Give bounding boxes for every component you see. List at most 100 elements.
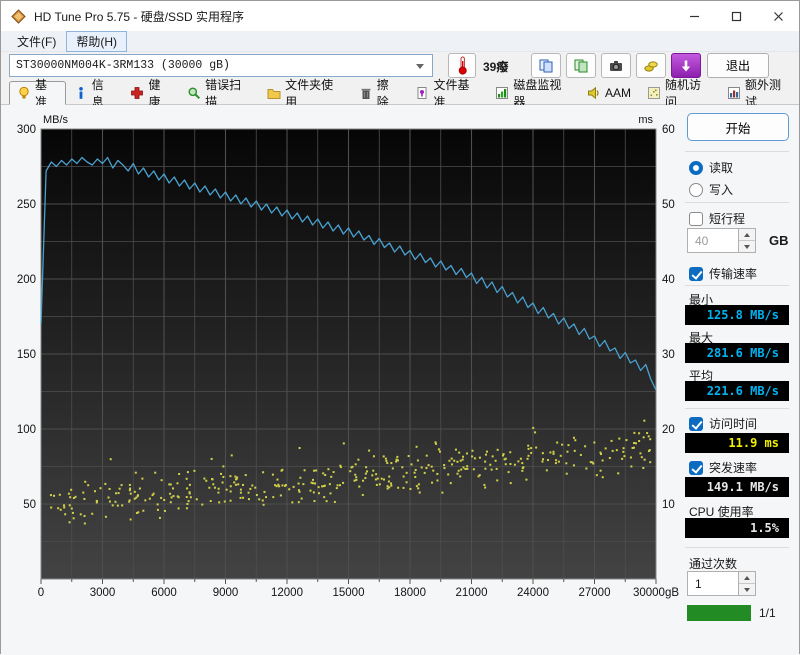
- window-title: HD Tune Pro 5.75 - 硬盘/SSD 实用程序: [34, 8, 244, 25]
- tab-info[interactable]: 信息: [66, 82, 123, 104]
- coins-icon: [643, 58, 659, 74]
- tab-erase[interactable]: 擦除: [351, 82, 408, 104]
- copy-button[interactable]: [531, 53, 561, 78]
- svg-text:30000gB: 30000gB: [633, 587, 679, 599]
- svg-text:3000: 3000: [90, 587, 116, 599]
- stepper-down-button[interactable]: [739, 240, 755, 252]
- arrow-up-icon: [744, 576, 750, 580]
- burst-rate-display: 149.1 MB/s: [685, 477, 789, 497]
- arrow-up-icon: [744, 233, 750, 237]
- temperature-button[interactable]: [448, 53, 476, 78]
- donate-button[interactable]: [636, 53, 666, 78]
- transfer-rate-checkbox[interactable]: 传输速率: [689, 265, 757, 282]
- copy-icon: [538, 58, 554, 74]
- hd-tune-window: { "window": { "title": "HD Tune Pro 5.75…: [0, 0, 800, 654]
- settings-panel: 开始 读取 写入 短行程 40 GB 传输速率 最小 12: [683, 105, 797, 655]
- maximize-icon: [731, 11, 742, 22]
- min-value-display: 125.8 MB/s: [685, 305, 789, 325]
- write-radio[interactable]: 写入: [689, 181, 733, 198]
- read-radio[interactable]: 读取: [689, 159, 733, 176]
- stepper-up-button[interactable]: [739, 572, 755, 583]
- svg-text:10: 10: [662, 499, 675, 511]
- svg-text:6000: 6000: [151, 587, 177, 599]
- svg-text:250: 250: [17, 199, 36, 211]
- menu-help[interactable]: 帮助(H): [66, 31, 127, 52]
- access-time-label: 访问时间: [709, 415, 757, 432]
- progress-bar: [687, 605, 751, 621]
- thermometer-icon: [456, 56, 469, 75]
- health-icon: [130, 86, 144, 100]
- maximize-button[interactable]: [715, 1, 757, 31]
- divider: [685, 547, 789, 548]
- svg-text:18000: 18000: [394, 587, 426, 599]
- tab-file-benchmark[interactable]: 文件基准: [407, 82, 487, 104]
- cpu-usage-display: 1.5%: [685, 518, 789, 538]
- svg-text:12000: 12000: [271, 587, 303, 599]
- progress-fill: [687, 605, 751, 621]
- save-button[interactable]: [671, 53, 701, 78]
- max-value-display: 281.6 MB/s: [685, 343, 789, 363]
- close-button[interactable]: [757, 1, 799, 31]
- drive-selector[interactable]: ST30000NM004K-3RM133 (30000 gB): [9, 54, 433, 77]
- divider: [685, 151, 789, 152]
- screenshot-button[interactable]: [601, 53, 631, 78]
- checkbox-icon: [689, 212, 703, 226]
- close-icon: [773, 11, 784, 22]
- tab-error-scan[interactable]: 错误扫描: [179, 82, 259, 104]
- radio-icon: [689, 161, 703, 175]
- burst-rate-checkbox[interactable]: 突发速率: [689, 459, 757, 476]
- divider: [685, 408, 789, 409]
- divider: [685, 202, 789, 203]
- svg-text:300: 300: [17, 124, 36, 136]
- short-stroke-checkbox[interactable]: 短行程: [689, 210, 745, 227]
- read-radio-label: 读取: [709, 159, 733, 176]
- titlebar: HD Tune Pro 5.75 - 硬盘/SSD 实用程序: [1, 1, 799, 31]
- pass-count-input[interactable]: 1: [687, 571, 739, 596]
- stepper-down-button[interactable]: [739, 583, 755, 595]
- svg-text:60: 60: [662, 124, 675, 136]
- copy-image-button[interactable]: [566, 53, 596, 78]
- stepper-up-button[interactable]: [739, 229, 755, 240]
- extratest-icon: [727, 86, 741, 100]
- start-button[interactable]: 开始: [687, 113, 789, 141]
- radio-icon: [689, 183, 703, 197]
- svg-text:100: 100: [17, 424, 36, 436]
- tab-folder-usage[interactable]: 文件夹使用: [259, 82, 351, 104]
- tab-aam[interactable]: AAM: [579, 82, 639, 104]
- download-icon: [678, 58, 694, 74]
- tab-label: AAM: [605, 86, 631, 100]
- diskmon-icon: [495, 86, 509, 100]
- burst-rate-label: 突发速率: [709, 459, 757, 476]
- trash-icon: [359, 86, 373, 100]
- short-stroke-label: 短行程: [709, 210, 745, 227]
- arrow-down-icon: [744, 588, 750, 592]
- temperature-value: 39癈: [483, 58, 508, 75]
- tab-disk-monitor[interactable]: 磁盘监视器: [487, 82, 579, 104]
- svg-text:ms: ms: [638, 114, 653, 126]
- tabbar: 基准信息健康错误扫描文件夹使用擦除文件基准磁盘监视器 AAM 随机访问额外测试: [1, 80, 799, 105]
- capacity-input[interactable]: 40: [687, 228, 739, 253]
- magnifier-icon: [187, 86, 201, 100]
- checkbox-icon: [689, 461, 703, 475]
- tab-random-access[interactable]: 随机访问: [639, 82, 719, 104]
- svg-text:50: 50: [23, 499, 36, 511]
- info-icon: [74, 86, 88, 100]
- tab-health[interactable]: 健康: [122, 82, 179, 104]
- svg-text:21000: 21000: [456, 587, 488, 599]
- avg-value-display: 221.6 MB/s: [685, 381, 789, 401]
- write-radio-label: 写入: [709, 181, 733, 198]
- exit-button[interactable]: 退出: [707, 53, 769, 78]
- checkbox-icon: [689, 417, 703, 431]
- menu-file[interactable]: 文件(F): [7, 31, 66, 52]
- minimize-button[interactable]: [673, 1, 715, 31]
- menubar: 文件(F) 帮助(H): [1, 31, 799, 52]
- lightbulb-icon: [17, 86, 31, 100]
- access-time-checkbox[interactable]: 访问时间: [689, 415, 757, 432]
- pass-count-stepper: 1: [687, 571, 756, 596]
- tab-extra-tests[interactable]: 额外测试: [719, 82, 799, 104]
- arrow-down-icon: [744, 245, 750, 249]
- tab-benchmark[interactable]: 基准: [9, 81, 66, 105]
- window-controls: [673, 1, 799, 31]
- copy-green-icon: [573, 58, 589, 74]
- progress-label: 1/1: [759, 606, 776, 620]
